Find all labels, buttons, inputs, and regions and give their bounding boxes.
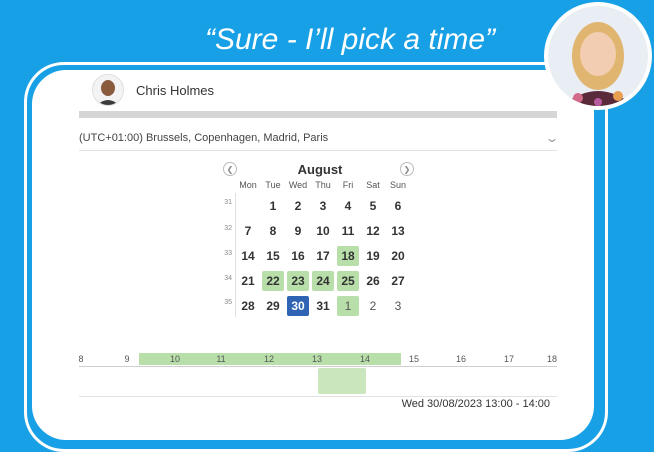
chevron-right-icon: ❯ <box>403 164 411 174</box>
host-info: Chris Holmes <box>92 74 214 106</box>
calendar-day[interactable]: 27 <box>387 271 409 291</box>
calendar-day[interactable]: 12 <box>362 221 384 241</box>
calendar-day[interactable]: 10 <box>312 221 334 241</box>
chevron-down-icon: ⌄ <box>544 131 560 145</box>
host-avatar <box>92 74 124 106</box>
calendar-day[interactable]: 5 <box>362 196 384 216</box>
weekday-label: Tue <box>265 180 281 190</box>
calendar-day[interactable]: 16 <box>287 246 309 266</box>
next-month-button[interactable]: ❯ <box>400 162 414 176</box>
hour-label: 8 <box>78 354 84 364</box>
calendar-day[interactable]: 7 <box>237 221 259 241</box>
week-number: 31 <box>224 199 232 206</box>
calendar-day[interactable]: 14 <box>237 246 259 266</box>
quote-text: “Sure - I’ll pick a time” <box>205 23 496 56</box>
timezone-select[interactable]: (UTC+01:00) Brussels, Copenhagen, Madrid… <box>79 126 560 151</box>
calendar-day[interactable]: 19 <box>362 246 384 266</box>
hour-label: 9 <box>124 354 130 364</box>
calendar-day[interactable]: 28 <box>237 296 259 316</box>
host-name: Chris Holmes <box>136 82 215 98</box>
weekday-label: Thu <box>315 180 331 190</box>
calendar-day-available[interactable]: 24 <box>312 271 334 291</box>
week-number: 32 <box>224 225 232 232</box>
calendar-day[interactable]: 3 <box>312 196 334 216</box>
calendar-day[interactable]: 11 <box>337 221 359 241</box>
calendar-day[interactable]: 6 <box>387 196 409 216</box>
calendar-day[interactable]: 3 <box>387 296 409 316</box>
hour-label: 14 <box>359 354 370 364</box>
calendar-day[interactable]: 13 <box>387 221 409 241</box>
calendar-day[interactable]: 4 <box>337 196 359 216</box>
selected-time-slot[interactable] <box>318 368 366 394</box>
calendar-day[interactable]: 8 <box>262 221 284 241</box>
calendar-day[interactable]: 31 <box>312 296 334 316</box>
hour-label: 11 <box>216 354 226 364</box>
calendar-day[interactable]: 17 <box>312 246 334 266</box>
timeline-divider <box>79 366 557 367</box>
previous-month-button[interactable]: ❮ <box>223 162 237 176</box>
timezone-label: (UTC+01:00) Brussels, Copenhagen, Madrid… <box>79 132 329 144</box>
calendar-day-available[interactable]: 18 <box>337 246 359 266</box>
calendar-divider <box>235 193 236 317</box>
calendar-day[interactable]: 9 <box>287 221 309 241</box>
header-divider <box>79 111 557 118</box>
selected-datetime: Wed 30/08/2023 13:00 - 14:00 <box>401 398 550 410</box>
calendar-day-available[interactable]: 1 <box>337 296 359 316</box>
calendar-day[interactable]: 15 <box>262 246 284 266</box>
week-number: 34 <box>224 275 232 282</box>
hour-label: 10 <box>169 354 180 364</box>
hour-label: 17 <box>503 354 514 364</box>
chevron-left-icon: ❮ <box>226 164 234 174</box>
weekday-label: Wed <box>288 180 308 190</box>
calendar-day-available[interactable]: 23 <box>287 271 309 291</box>
time-timeline: 8 9 10 11 12 13 14 15 16 17 18 <box>78 353 557 365</box>
calendar-day[interactable]: 2 <box>362 296 384 316</box>
calendar-day[interactable]: 2 <box>287 196 309 216</box>
calendar-month: August <box>297 162 343 177</box>
calendar-day-selected[interactable]: 30 <box>287 296 309 316</box>
hour-label: 12 <box>263 354 274 364</box>
calendar-day[interactable]: 26 <box>362 271 384 291</box>
footer-divider <box>79 396 557 397</box>
calendar-day[interactable]: 29 <box>262 296 284 316</box>
hour-label: 16 <box>455 354 466 364</box>
weekday-label: Mon <box>239 180 257 190</box>
weekday-label: Sat <box>366 180 380 190</box>
weekday-label: Fri <box>342 180 354 190</box>
calendar-day[interactable]: 20 <box>387 246 409 266</box>
hour-label: 15 <box>408 354 419 364</box>
calendar-day[interactable]: 1 <box>262 196 284 216</box>
calendar-day-available[interactable]: 22 <box>262 271 284 291</box>
invitee-photo <box>544 2 652 110</box>
calendar-day-available[interactable]: 25 <box>337 271 359 291</box>
week-number: 35 <box>224 299 232 306</box>
calendar-day[interactable]: 21 <box>237 271 259 291</box>
week-number: 33 <box>224 250 232 257</box>
weekday-label: Sun <box>389 180 406 190</box>
hour-label: 18 <box>546 354 557 364</box>
hour-label: 13 <box>311 354 322 364</box>
